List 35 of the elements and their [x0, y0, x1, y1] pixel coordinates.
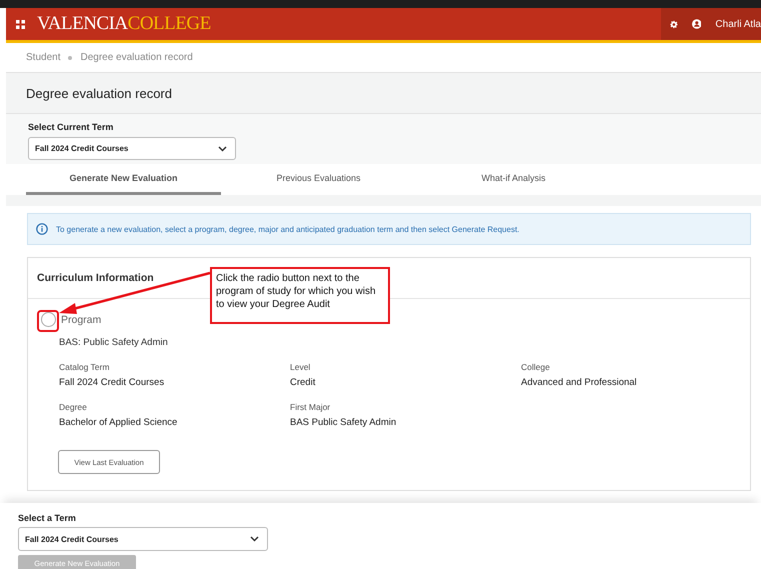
field-label: Degree — [59, 402, 88, 412]
highlight-frame — [37, 310, 59, 332]
field-value: Fall 2024 Credit Courses — [59, 377, 166, 388]
breadcrumb-separator-icon — [68, 56, 72, 60]
apps-grid-icon[interactable] — [16, 20, 25, 28]
field-label: Level — [290, 362, 312, 372]
field-label: Select Current Term — [28, 122, 114, 132]
field-label: College — [521, 362, 551, 372]
breadcrumb-link[interactable]: Student — [26, 52, 60, 63]
radio-label: Program — [61, 314, 102, 326]
chevron-down-icon — [250, 536, 259, 542]
field-value: Credit — [290, 377, 316, 388]
field-value: BAS Public Safety Admin — [290, 417, 398, 428]
user-name[interactable]: Charli Atla — [715, 18, 761, 30]
tab[interactable]: What-if Analysis — [416, 164, 611, 195]
info-icon — [36, 223, 48, 235]
info-message: To generate a new evaluation, select a program, degree, major and anticipated graduation term and then select Generate Request. — [56, 224, 520, 234]
field-label: Select a Term — [18, 513, 77, 523]
tab[interactable]: Previous Evaluations — [221, 164, 416, 195]
annotation-callout: Click the radio button next to the program of study for which you wish to view your Degree Audit — [210, 267, 390, 324]
chevron-down-icon — [218, 146, 227, 152]
field-value: Bachelor of Applied Science — [59, 417, 178, 428]
field-label: First Major — [290, 402, 332, 412]
logo-text: VALENCIA — [37, 13, 128, 35]
card-title: Curriculum Information — [37, 272, 154, 284]
field-label: Catalog Term — [59, 362, 110, 372]
term-select[interactable]: Fall 2024 Credit Courses — [18, 527, 268, 551]
logo-text: COLLEGE — [128, 13, 211, 35]
breadcrumb-current: Degree evaluation record — [80, 52, 193, 63]
user-avatar-icon[interactable] — [692, 16, 702, 32]
program-name: BAS: Public Safety Admin — [58, 336, 169, 348]
page-title: Degree evaluation record — [26, 86, 172, 100]
radio-button[interactable] — [41, 312, 56, 327]
field-value: Advanced and Professional — [521, 377, 638, 388]
term-select[interactable]: Fall 2024 Credit Courses — [28, 137, 236, 160]
